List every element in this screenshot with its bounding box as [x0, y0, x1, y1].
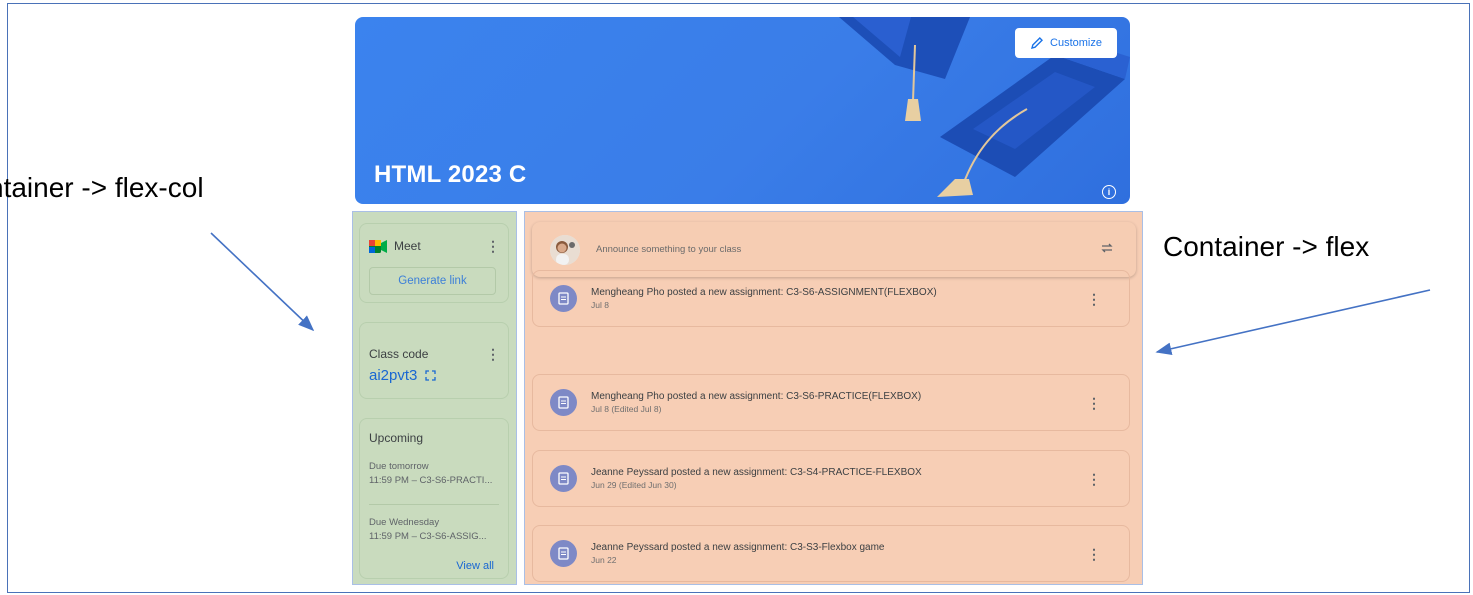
- stream-post[interactable]: Jeanne Peyssard posted a new assignment:…: [532, 525, 1130, 582]
- customize-label: Customize: [1050, 37, 1102, 49]
- right-annotation-label: Container -> flex: [1163, 231, 1370, 262]
- view-all-link[interactable]: View all: [456, 560, 494, 572]
- generate-link-button[interactable]: Generate link: [369, 267, 496, 295]
- google-meet-icon: [369, 239, 387, 253]
- class-code-value-row: ai2pvt3: [369, 367, 437, 384]
- stream-column: Announce something to your class Menghea…: [524, 211, 1143, 585]
- post-date: Jun 29 (Edited Jun 30): [591, 480, 677, 490]
- post-title: Mengheang Pho posted a new assignment: C…: [591, 287, 937, 298]
- post-date: Jun 22: [591, 555, 617, 565]
- announce-placeholder: Announce something to your class: [596, 244, 742, 255]
- upcoming-card: Upcoming Due tomorrow 11:59 PM – C3-S6-P…: [359, 418, 509, 579]
- post-title: Jeanne Peyssard posted a new assignment:…: [591, 542, 885, 553]
- assignment-icon: [550, 389, 577, 416]
- info-icon[interactable]: i: [1102, 185, 1116, 199]
- more-vert-icon[interactable]: ⋮: [1087, 396, 1101, 410]
- more-vert-icon[interactable]: ⋮: [486, 239, 500, 253]
- class-title: HTML 2023 C: [374, 161, 527, 188]
- meet-row: Meet: [369, 239, 421, 253]
- left-annotation-label: ntainer -> flex-col: [0, 172, 204, 203]
- post-date: Jul 8 (Edited Jul 8): [591, 404, 662, 414]
- more-vert-icon[interactable]: ⋮: [1087, 547, 1101, 561]
- post-date: Jul 8: [591, 300, 609, 310]
- more-vert-icon[interactable]: ⋮: [1087, 292, 1101, 306]
- fullscreen-icon[interactable]: [425, 370, 437, 381]
- repost-icon[interactable]: [1100, 241, 1114, 255]
- stream-post[interactable]: Mengheang Pho posted a new assignment: C…: [532, 270, 1130, 327]
- due-label: Due tomorrow: [369, 461, 429, 472]
- announce-box[interactable]: Announce something to your class: [532, 222, 1136, 277]
- upcoming-title: Upcoming: [369, 431, 424, 445]
- divider: [369, 504, 499, 505]
- upcoming-item[interactable]: 11:59 PM – C3-S6-ASSIG...: [369, 531, 487, 542]
- more-vert-icon[interactable]: ⋮: [1087, 472, 1101, 486]
- more-vert-icon[interactable]: ⋮: [486, 347, 500, 361]
- customize-button[interactable]: Customize: [1015, 28, 1117, 58]
- meet-card: Meet ⋮ Generate link: [359, 223, 509, 303]
- stream-post[interactable]: Jeanne Peyssard posted a new assignment:…: [532, 450, 1130, 507]
- assignment-icon: [550, 465, 577, 492]
- stream-post[interactable]: Mengheang Pho posted a new assignment: C…: [532, 374, 1130, 431]
- class-banner: HTML 2023 C Customize i: [355, 17, 1130, 204]
- class-code-card: Class code ⋮ ai2pvt3: [359, 322, 509, 399]
- upcoming-item[interactable]: 11:59 PM – C3-S6-PRACTI...: [369, 475, 492, 486]
- class-code-value: ai2pvt3: [369, 367, 418, 384]
- post-title: Mengheang Pho posted a new assignment: C…: [591, 391, 922, 402]
- meet-label: Meet: [394, 239, 421, 253]
- avatar: [550, 235, 580, 265]
- assignment-icon: [550, 540, 577, 567]
- pencil-icon: [1031, 37, 1044, 49]
- sidebar-column: Meet ⋮ Generate link Class code ⋮ ai2pvt…: [352, 211, 517, 585]
- post-title: Jeanne Peyssard posted a new assignment:…: [591, 467, 922, 478]
- assignment-icon: [550, 285, 577, 312]
- due-label: Due Wednesday: [369, 517, 440, 528]
- class-code-label: Class code: [369, 347, 429, 361]
